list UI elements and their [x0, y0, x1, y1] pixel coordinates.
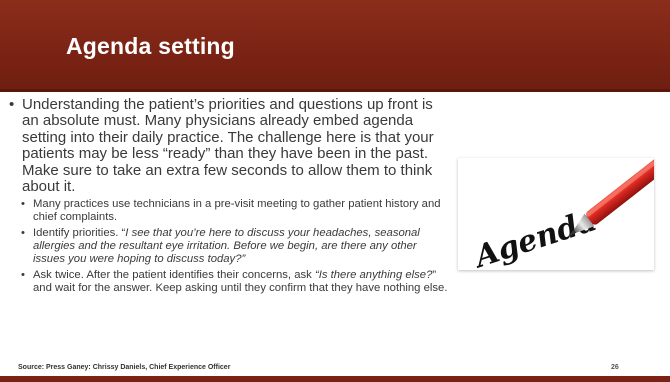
- page-number: 26: [611, 364, 619, 371]
- sub-bullet-prefix: Identify priorities. “: [33, 227, 126, 240]
- bottom-rule: [0, 376, 670, 382]
- bullet-marker: •: [21, 269, 25, 282]
- agenda-illustration: Agenda: [458, 147, 670, 276]
- bullet-marker: •: [21, 198, 25, 211]
- bullet-marker: •: [9, 96, 15, 113]
- sub-bullet-prefix: Ask twice. After the patient identifies …: [33, 269, 315, 282]
- main-bullet: • Understanding the patient’s priorities…: [8, 96, 448, 196]
- main-bullet-text: Understanding the patient’s priorities a…: [22, 96, 434, 196]
- sub-bullet-1: • Many practices use technicians in a pr…: [8, 198, 448, 224]
- slide-content: • Understanding the patient’s priorities…: [8, 96, 448, 298]
- bullet-marker: •: [21, 227, 25, 240]
- sub-bullet-2: • Identify priorities. “I see that you’r…: [8, 227, 448, 266]
- slide-title: Agenda setting: [66, 33, 235, 59]
- sub-bullet-3: • Ask twice. After the patient identifie…: [8, 269, 448, 295]
- sub-bullet-quote: “Is there anything else?: [314, 269, 433, 282]
- agenda-pen-image: Agenda: [458, 147, 670, 276]
- sub-bullet-text: Many practices use technicians in a pre-…: [33, 198, 441, 224]
- sub-bullet-list: • Many practices use technicians in a pr…: [8, 198, 448, 295]
- source-citation: Source: Press Ganey: Chrissy Daniels, Ch…: [18, 364, 231, 371]
- title-bar: Agenda setting: [0, 0, 670, 92]
- slide: Agenda setting • Understanding the patie…: [0, 0, 670, 382]
